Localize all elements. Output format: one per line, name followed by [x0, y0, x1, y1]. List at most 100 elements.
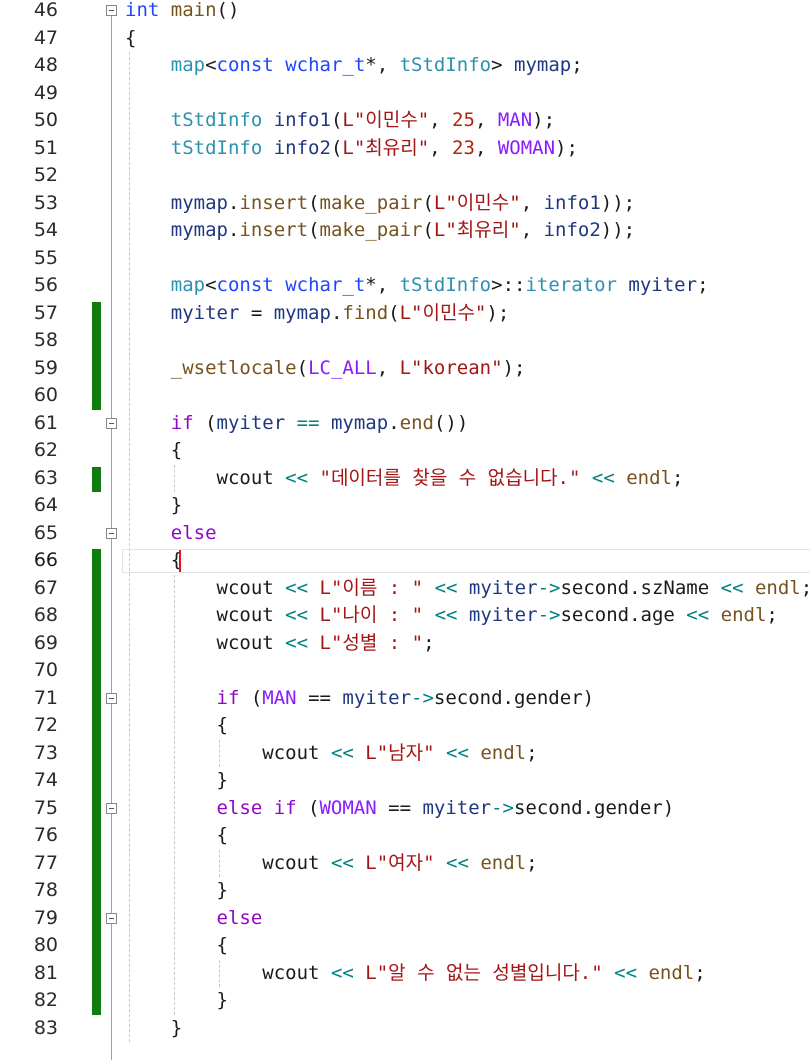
- code-token: ;: [801, 577, 810, 599]
- code-line[interactable]: 54 mymap.insert(make_pair(L"최유리", info2)…: [0, 217, 810, 245]
- code-line[interactable]: 47 {: [0, 25, 810, 53]
- code-token: myiter: [216, 411, 286, 434]
- code-line[interactable]: 72 {: [0, 712, 810, 740]
- code-line[interactable]: 67 wcout << L"이름 : " << myiter->second.s…: [0, 575, 810, 603]
- code-text[interactable]: int main(): [125, 0, 239, 25]
- code-editor[interactable]: 46 int main() 47{48 map<const wchar_t*, tS…: [0, 0, 810, 1060]
- code-text[interactable]: if (myiter == mymap.end()): [125, 410, 469, 438]
- code-text[interactable]: tStdInfo info2(L"최유리", 23, WOMAN);: [125, 135, 578, 163]
- code-line[interactable]: 80 {: [0, 932, 810, 960]
- code-text[interactable]: else: [125, 905, 263, 933]
- code-line[interactable]: 78 }: [0, 877, 810, 905]
- code-token: L"알 수 없는 성별입니다.": [365, 961, 603, 984]
- code-token: <<: [285, 631, 309, 654]
- code-text[interactable]: {: [125, 822, 228, 850]
- code-text[interactable]: wcout << L"남자" << endl;: [125, 740, 537, 768]
- code-line[interactable]: 63 wcout << "데이터를 찾을 수 없습니다." << endl;: [0, 465, 810, 493]
- code-text[interactable]: mymap.insert(make_pair(L"이민수", info1));: [125, 190, 635, 218]
- code-text[interactable]: {: [125, 712, 228, 740]
- code-line[interactable]: 70: [0, 657, 810, 685]
- code-token: endl: [480, 851, 527, 874]
- collapse-toggle-icon[interactable]: [106, 527, 117, 539]
- code-text[interactable]: }: [125, 492, 182, 520]
- code-token: ,: [376, 356, 400, 379]
- code-line[interactable]: 81 wcout << L"알 수 없는 성별입니다." << endl;: [0, 960, 810, 988]
- code-line[interactable]: 46 int main(): [0, 0, 810, 25]
- code-line[interactable]: 74 }: [0, 767, 810, 795]
- code-line[interactable]: 56 map<const wchar_t*, tStdInfo>::iterat…: [0, 272, 810, 300]
- collapse-toggle-icon[interactable]: [106, 5, 117, 16]
- code-token: ,: [474, 136, 498, 159]
- code-token: mymap: [170, 219, 228, 241]
- code-token: <<: [285, 466, 309, 489]
- code-line[interactable]: 79 else: [0, 905, 810, 933]
- code-text[interactable]: wcout << L"이름 : " << myiter->second.szNa…: [125, 575, 810, 603]
- code-line[interactable]: 53 mymap.insert(make_pair(L"이민수", info1)…: [0, 190, 810, 218]
- code-line[interactable]: 50 tStdInfo info1(L"이민수", 25, MAN);: [0, 107, 810, 135]
- code-text[interactable]: if (MAN == myiter->second.gender): [125, 685, 595, 713]
- code-text[interactable]: map<const wchar_t*, tStdInfo>::iterator …: [125, 272, 709, 300]
- code-line[interactable]: 66 {: [0, 547, 810, 575]
- code-line[interactable]: 83 }: [0, 1015, 810, 1043]
- line-number: 79: [33, 906, 58, 929]
- code-text[interactable]: {: [125, 437, 182, 465]
- line-number: 83: [33, 1016, 58, 1039]
- collapse-toggle-icon[interactable]: [106, 417, 117, 429]
- code-line[interactable]: 55: [0, 245, 810, 273]
- code-line[interactable]: 59 _wsetlocale(LC_ALL, L"korean");: [0, 355, 810, 383]
- code-text[interactable]: }: [125, 1015, 182, 1043]
- code-line[interactable]: 52: [0, 162, 810, 190]
- code-token: LC_ALL: [308, 356, 377, 379]
- code-line[interactable]: 61 if (myiter == mymap.end()): [0, 410, 810, 438]
- code-text[interactable]: else if (WOMAN == myiter->second.gender): [125, 795, 675, 823]
- code-text[interactable]: {: [125, 932, 228, 960]
- code-line[interactable]: 75 else if (WOMAN == myiter->second.gend…: [0, 795, 810, 823]
- code-token: ->: [537, 604, 561, 626]
- code-line[interactable]: 58: [0, 327, 810, 355]
- code-line[interactable]: 51 tStdInfo info2(L"최유리", 23, WOMAN);: [0, 135, 810, 163]
- code-text[interactable]: myiter = mymap.find(L"이민수");: [125, 300, 510, 328]
- code-text[interactable]: mymap.insert(make_pair(L"최유리", info2));: [125, 217, 635, 245]
- code-line[interactable]: 82 }: [0, 987, 810, 1015]
- code-line[interactable]: 76 {: [0, 822, 810, 850]
- code-text[interactable]: wcout << L"나이 : " << myiter->second.age …: [125, 602, 778, 630]
- code-text[interactable]: }: [125, 767, 228, 795]
- code-text[interactable]: }: [125, 987, 228, 1015]
- collapse-toggle-icon[interactable]: [106, 912, 117, 924]
- code-text[interactable]: }: [125, 877, 228, 905]
- code-text[interactable]: _wsetlocale(LC_ALL, L"korean");: [125, 355, 526, 383]
- code-token: endl: [754, 576, 801, 599]
- collapse-toggle-icon[interactable]: [106, 802, 117, 814]
- code-text[interactable]: tStdInfo info1(L"이민수", 25, MAN);: [125, 107, 555, 135]
- code-text[interactable]: else: [125, 520, 217, 548]
- line-number: 68: [33, 604, 58, 626]
- code-text[interactable]: wcout << L"성별 : ";: [125, 630, 435, 658]
- code-text[interactable]: wcout << "데이터를 찾을 수 없습니다." << endl;: [125, 465, 684, 493]
- code-line[interactable]: 49: [0, 80, 810, 108]
- code-token: *,: [365, 274, 400, 296]
- code-line[interactable]: 69 wcout << L"성별 : ";: [0, 630, 810, 658]
- collapse-toggle-icon[interactable]: [106, 692, 117, 704]
- code-line[interactable]: 65 else: [0, 520, 810, 548]
- code-line[interactable]: 71 if (MAN == myiter->second.gender): [0, 685, 810, 713]
- code-line[interactable]: 62 {: [0, 437, 810, 465]
- code-text[interactable]: wcout << L"여자" << endl;: [125, 850, 537, 878]
- code-token: <<: [591, 466, 615, 489]
- code-token: {: [125, 934, 228, 956]
- code-line[interactable]: 48 map<const wchar_t*, tStdInfo> mymap;: [0, 52, 810, 80]
- code-text[interactable]: map<const wchar_t*, tStdInfo> mymap;: [125, 52, 583, 80]
- code-line[interactable]: 60: [0, 382, 810, 410]
- code-line[interactable]: 64 }: [0, 492, 810, 520]
- code-line[interactable]: 73 wcout << L"남자" << endl;: [0, 740, 810, 768]
- code-text[interactable]: {: [125, 25, 136, 53]
- code-text[interactable]: wcout << L"알 수 없는 성별입니다." << endl;: [125, 960, 705, 988]
- code-line[interactable]: 68 wcout << L"나이 : " << myiter->second.a…: [0, 602, 810, 630]
- code-text[interactable]: {: [125, 547, 182, 575]
- code-line[interactable]: 57 myiter = mymap.find(L"이민수");: [0, 300, 810, 328]
- code-line[interactable]: 77 wcout << L"여자" << endl;: [0, 850, 810, 878]
